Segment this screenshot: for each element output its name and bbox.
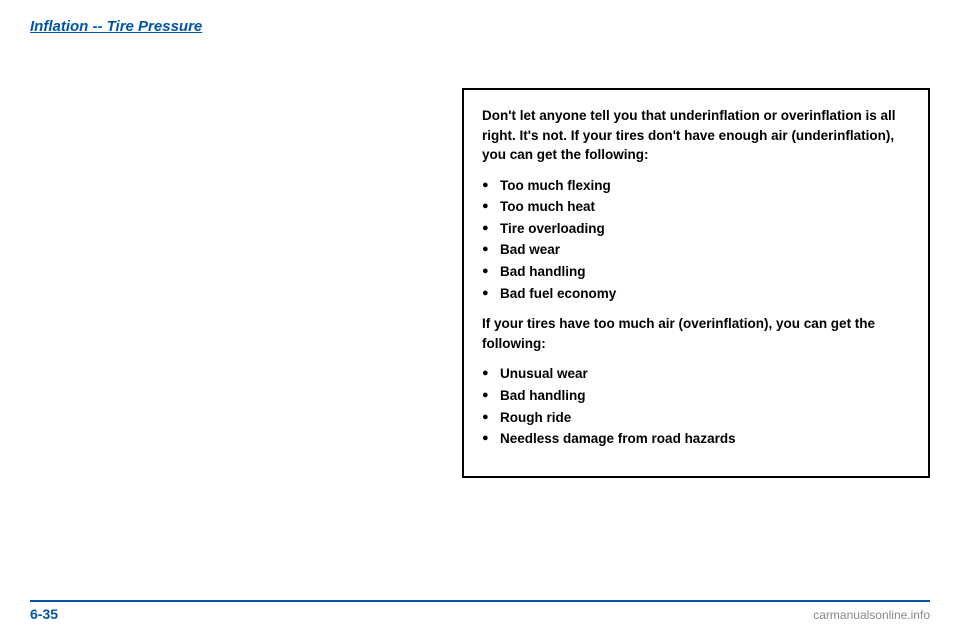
footer-divider: [30, 600, 930, 602]
list-item: Too much heat: [482, 196, 910, 218]
underinflation-intro: Don't let anyone tell you that underinfl…: [482, 106, 910, 165]
watermark: carmanualsonline.info: [813, 608, 930, 622]
list-item: Bad handling: [482, 261, 910, 283]
list-item: Tire overloading: [482, 218, 910, 240]
list-item: Too much flexing: [482, 175, 910, 197]
info-box: Don't let anyone tell you that underinfl…: [462, 88, 930, 478]
list-item: Rough ride: [482, 407, 910, 429]
list-item: Bad wear: [482, 239, 910, 261]
overinflation-intro: If your tires have too much air (overinf…: [482, 314, 910, 353]
list-item: Unusual wear: [482, 363, 910, 385]
list-item: Bad fuel economy: [482, 283, 910, 305]
list-item: Needless damage from road hazards: [482, 428, 910, 450]
page-title: Inflation -- Tire Pressure: [30, 18, 202, 35]
underinflation-list: Too much flexing Too much heat Tire over…: [482, 175, 910, 305]
page-number: 6-35: [30, 606, 58, 622]
list-item: Bad handling: [482, 385, 910, 407]
overinflation-list: Unusual wear Bad handling Rough ride Nee…: [482, 363, 910, 449]
